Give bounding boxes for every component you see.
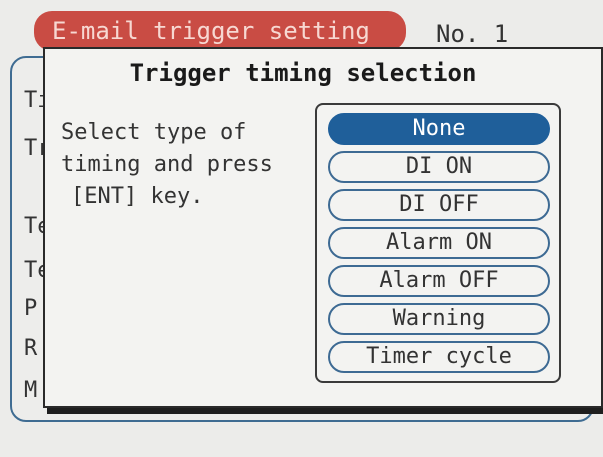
setting-label-5[interactable]: P — [24, 296, 37, 321]
instruction-line: Select type of — [61, 120, 247, 145]
dialog-title: Trigger timing selection — [129, 59, 477, 87]
instruction-line: [ENT] key. — [71, 184, 204, 209]
setting-label-7[interactable]: M — [24, 378, 37, 403]
option-timer-cycle[interactable]: Timer cycle — [328, 341, 550, 373]
option-di-on[interactable]: DI ON — [328, 151, 550, 183]
option-none[interactable]: None — [328, 113, 550, 145]
device-screen: E-mail trigger setting No. 1 Ti Tr Te Te… — [0, 0, 603, 457]
option-di-off[interactable]: DI OFF — [328, 189, 550, 221]
instruction-line: timing and press — [61, 152, 273, 177]
trigger-timing-dialog: Trigger timing selection Select type of … — [43, 47, 603, 408]
option-alarm-off[interactable]: Alarm OFF — [328, 265, 550, 297]
option-alarm-on[interactable]: Alarm ON — [328, 227, 550, 259]
dialog-instructions: Select type of timing and press [ENT] ke… — [61, 117, 311, 213]
setting-label-6[interactable]: R — [24, 336, 37, 361]
option-warning[interactable]: Warning — [328, 303, 550, 335]
timing-options-list: None DI ON DI OFF Alarm ON Alarm OFF War… — [315, 103, 561, 383]
screen-title-tab: E-mail trigger setting — [34, 11, 406, 51]
setting-number: No. 1 — [436, 20, 509, 48]
